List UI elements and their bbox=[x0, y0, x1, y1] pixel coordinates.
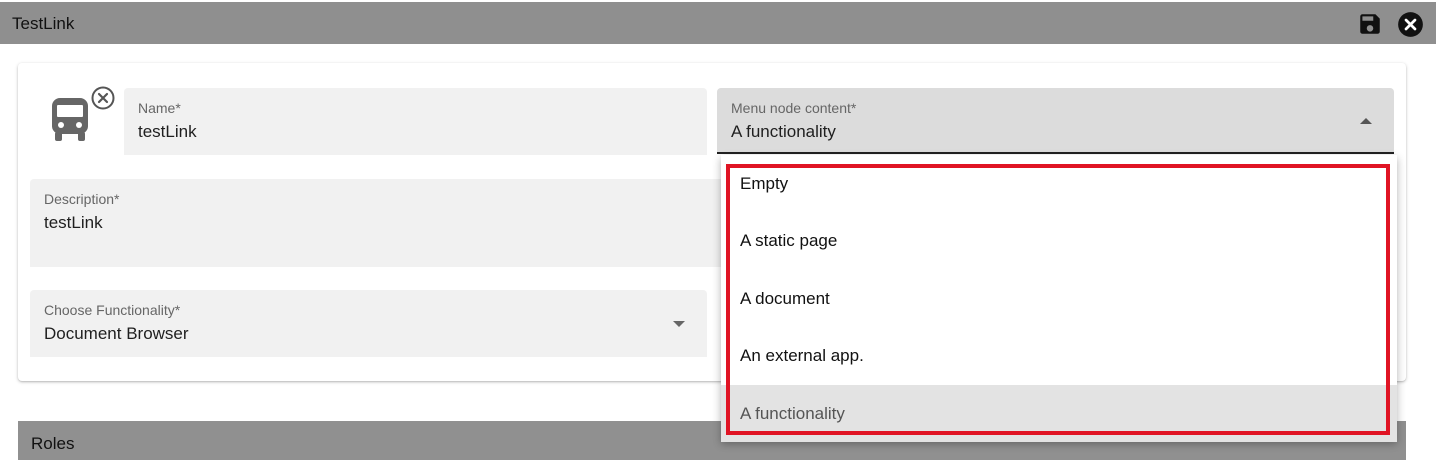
option-document[interactable]: A document bbox=[721, 270, 1397, 327]
menu-node-content-label: Menu node content* bbox=[731, 100, 857, 116]
description-label: Description* bbox=[44, 191, 120, 207]
name-field[interactable]: Name* testLink bbox=[124, 88, 707, 155]
close-icon[interactable] bbox=[1397, 11, 1424, 38]
option-functionality[interactable]: A functionality bbox=[721, 385, 1397, 442]
functionality-label: Choose Functionality* bbox=[44, 302, 181, 318]
option-external-app[interactable]: An external app. bbox=[721, 327, 1397, 384]
save-icon[interactable] bbox=[1357, 11, 1383, 37]
description-field[interactable]: Description* testLink bbox=[30, 179, 750, 267]
name-label: Name* bbox=[138, 100, 181, 116]
description-value: testLink bbox=[44, 213, 103, 232]
remove-icon[interactable] bbox=[90, 85, 116, 111]
option-empty[interactable]: Empty bbox=[721, 155, 1397, 212]
window-title: TestLink bbox=[12, 14, 75, 33]
functionality-value: Document Browser bbox=[44, 324, 189, 343]
roles-label: Roles bbox=[31, 434, 75, 453]
bus-icon bbox=[52, 98, 88, 141]
menu-node-content-select[interactable]: Menu node content* A functionality bbox=[717, 88, 1394, 154]
menu-node-content-value: A functionality bbox=[731, 122, 836, 141]
chevron-down-icon bbox=[673, 321, 685, 327]
chevron-up-icon bbox=[1360, 118, 1372, 124]
functionality-select[interactable]: Choose Functionality* Document Browser bbox=[30, 290, 707, 357]
option-static-page[interactable]: A static page bbox=[721, 212, 1397, 269]
name-value: testLink bbox=[138, 122, 197, 141]
title-bar: TestLink bbox=[0, 2, 1436, 44]
menu-node-content-options: Empty A static page A document An extern… bbox=[721, 155, 1397, 442]
